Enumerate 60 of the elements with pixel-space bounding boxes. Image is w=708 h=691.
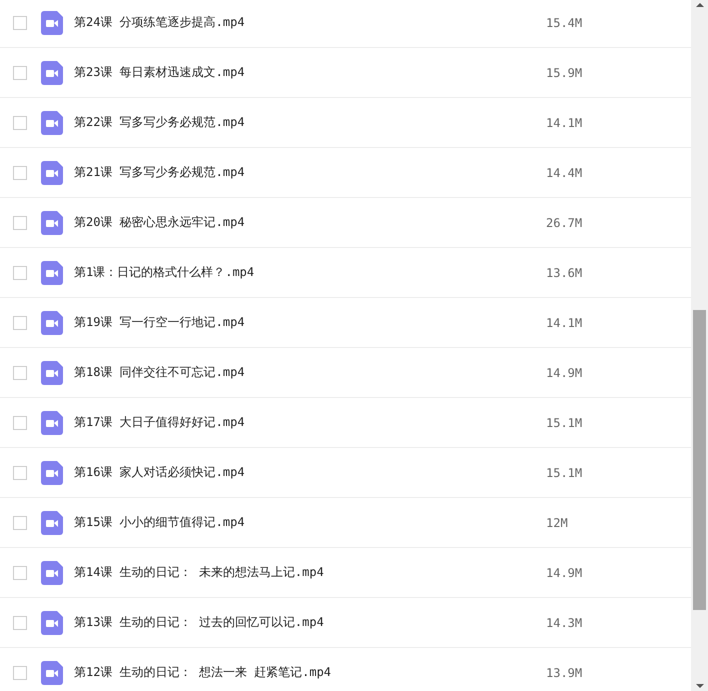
video-file-icon <box>41 60 63 84</box>
video-file-icon <box>41 610 63 634</box>
checkbox[interactable] <box>13 166 27 180</box>
file-name[interactable]: 第21课 写多写少务必规范.mp4 <box>74 164 546 181</box>
video-file-icon <box>41 160 63 184</box>
file-size: 13.6M <box>546 266 582 280</box>
checkbox[interactable] <box>13 466 27 480</box>
video-file-icon <box>41 660 63 684</box>
checkbox[interactable] <box>13 666 27 680</box>
file-size: 15.1M <box>546 416 582 430</box>
file-size: 14.9M <box>546 366 582 380</box>
video-file-icon <box>41 560 63 584</box>
checkbox[interactable] <box>13 566 27 580</box>
file-size: 14.9M <box>546 566 582 580</box>
file-name[interactable]: 第24课 分项练笔逐步提高.mp4 <box>74 14 546 31</box>
file-name[interactable]: 第17课 大日子值得好好记.mp4 <box>74 414 546 431</box>
video-file-icon <box>41 510 63 534</box>
file-size: 15.4M <box>546 16 582 30</box>
file-name[interactable]: 第12课 生动的日记： 想法一来 赶紧笔记.mp4 <box>74 664 546 681</box>
file-name[interactable]: 第14课 生动的日记： 未来的想法马上记.mp4 <box>74 564 546 581</box>
video-file-icon <box>41 110 63 134</box>
checkbox[interactable] <box>13 116 27 130</box>
file-size: 14.4M <box>546 166 582 180</box>
file-size: 15.1M <box>546 466 582 480</box>
checkbox[interactable] <box>13 16 27 30</box>
file-size: 12M <box>546 516 568 530</box>
file-size: 13.9M <box>546 666 582 680</box>
checkbox[interactable] <box>13 66 27 80</box>
file-name[interactable]: 第15课 小小的细节值得记.mp4 <box>74 514 546 531</box>
file-name[interactable]: 第16课 家人对话必须快记.mp4 <box>74 464 546 481</box>
file-name[interactable]: 第13课 生动的日记： 过去的回忆可以记.mp4 <box>74 614 546 631</box>
video-file-icon <box>41 460 63 484</box>
scroll-down-icon[interactable] <box>696 684 704 688</box>
checkbox[interactable] <box>13 216 27 230</box>
video-file-icon <box>41 260 63 284</box>
checkbox[interactable] <box>13 366 27 380</box>
file-name[interactable]: 第22课 写多写少务必规范.mp4 <box>74 114 546 131</box>
file-name[interactable]: 第23课 每日素材迅速成文.mp4 <box>74 64 546 81</box>
scrollbar-thumb[interactable] <box>693 310 706 610</box>
video-file-icon <box>41 410 63 434</box>
file-size: 15.9M <box>546 66 582 80</box>
file-name[interactable]: 第20课 秘密心思永远牢记.mp4 <box>74 214 546 231</box>
scroll-up-icon[interactable] <box>696 3 704 7</box>
video-file-icon <box>41 210 63 234</box>
file-size: 26.7M <box>546 216 582 230</box>
video-file-icon <box>41 10 63 34</box>
checkbox[interactable] <box>13 616 27 630</box>
checkbox[interactable] <box>13 516 27 530</box>
video-file-icon <box>41 310 63 334</box>
file-name[interactable]: 第18课 同伴交往不可忘记.mp4 <box>74 364 546 381</box>
video-file-icon <box>41 360 63 384</box>
file-size: 14.3M <box>546 616 582 630</box>
checkbox[interactable] <box>13 316 27 330</box>
scrollbar[interactable] <box>691 0 708 691</box>
file-name[interactable]: 第19课 写一行空一行地记.mp4 <box>74 314 546 331</box>
file-size: 14.1M <box>546 316 582 330</box>
file-size: 14.1M <box>546 116 582 130</box>
checkbox[interactable] <box>13 416 27 430</box>
checkbox[interactable] <box>13 266 27 280</box>
file-name[interactable]: 第1课：日记的格式什么样？.mp4 <box>74 264 546 281</box>
